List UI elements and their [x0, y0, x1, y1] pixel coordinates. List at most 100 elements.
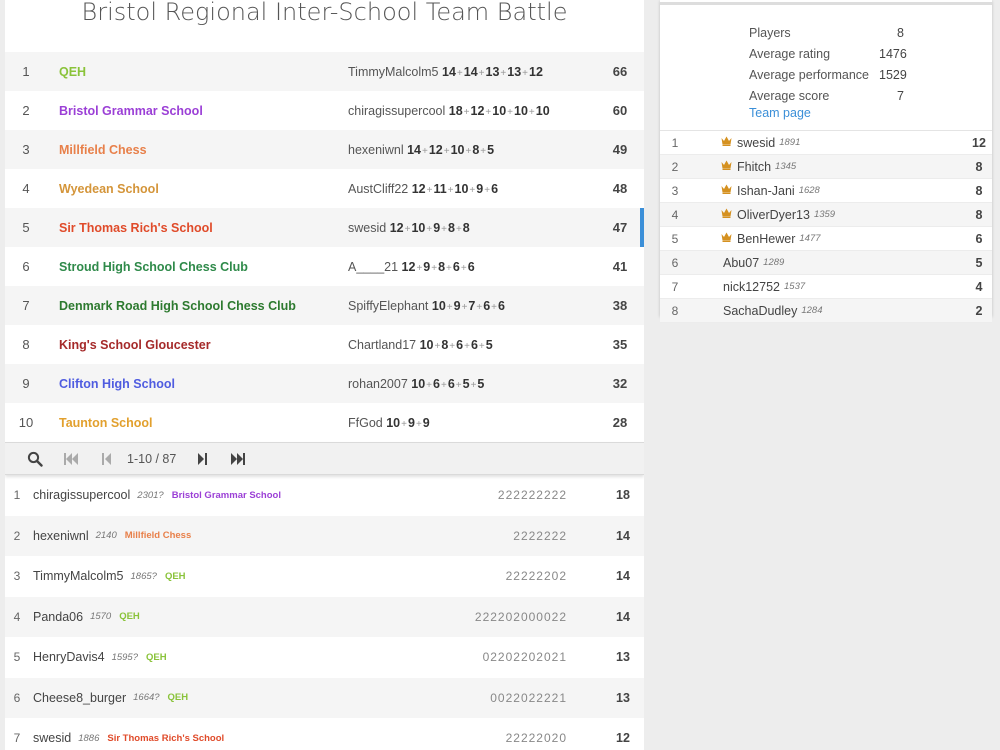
team-row[interactable]: 10 Taunton School FfGod 10+9+9 28 — [5, 403, 644, 442]
plus-sign: + — [421, 145, 428, 157]
team-row[interactable]: 4 Wyedean School AustCliff22 12+11+10+9+6 4… — [5, 169, 644, 208]
player-name[interactable]: swesid — [29, 731, 71, 745]
team-name[interactable]: Millfield Chess — [47, 143, 348, 157]
team-player-row[interactable]: 8 SachaDudley 1284 2 — [660, 299, 992, 323]
team-score-part: 10 — [411, 220, 426, 235]
plus-sign: + — [463, 106, 470, 118]
team-player-row[interactable]: 2 Fhitch 1345 8 — [660, 155, 992, 179]
team-player-score: 4 — [975, 279, 983, 294]
player-name[interactable]: HenryDavis4 — [29, 650, 105, 664]
team-player-name[interactable]: BenHewer — [735, 232, 795, 246]
team-player-row[interactable]: 7 nick12752 1537 4 — [660, 275, 992, 299]
team-top-player[interactable]: A____21 — [348, 260, 398, 274]
team-top-player[interactable]: SpiffyElephant — [348, 299, 428, 313]
team-top-player[interactable]: AustCliff22 — [348, 182, 408, 196]
team-player-row[interactable]: 4 OliverDyer13 1359 8 — [660, 203, 992, 227]
first-page-icon[interactable] — [53, 442, 89, 475]
team-top-scores: TimmyMalcolm5 14+14+13+13+12 — [348, 65, 596, 79]
player-team[interactable]: Bristol Grammar School — [164, 490, 281, 501]
team-top-player[interactable]: TimmyMalcolm5 — [348, 65, 439, 79]
search-icon[interactable] — [17, 442, 53, 475]
player-team[interactable]: QEH — [160, 692, 189, 703]
team-row[interactable]: 3 Millfield Chess hexeniwnl 14+12+10+8+5 49 — [5, 130, 644, 169]
team-player-name[interactable]: swesid — [735, 136, 775, 150]
team-standings-table: 1 QEH TimmyMalcolm5 14+14+13+13+12 66 2 Brist… — [5, 52, 644, 442]
team-info-panel: Players 8 Average rating 1476 Average perfor… — [660, 0, 992, 323]
team-player-name[interactable]: Abu07 — [721, 256, 759, 270]
team-player-row[interactable]: 5 BenHewer 1477 6 — [660, 227, 992, 251]
player-row[interactable]: 4 Panda06 1570 QEH 222202000022 14 — [5, 596, 644, 637]
team-row[interactable]: 6 Stroud High School Chess Club A____21 12… — [5, 247, 644, 286]
team-name[interactable]: Bristol Grammar School — [47, 104, 348, 118]
team-player-name[interactable]: SachaDudley — [721, 304, 797, 318]
next-page-icon[interactable] — [184, 442, 220, 475]
player-row[interactable]: 1 chiragissupercool 2301? Bristol Grammar S… — [5, 475, 644, 516]
team-name[interactable]: Clifton High School — [47, 377, 348, 391]
player-name[interactable]: Panda06 — [29, 610, 83, 624]
player-row[interactable]: 2 hexeniwnl 2140 Millfield Chess 2222222 14 — [5, 515, 644, 556]
player-row[interactable]: 3 TimmyMalcolm5 1865? QEH 22222202 14 — [5, 556, 644, 597]
team-name[interactable]: Wyedean School — [47, 182, 348, 196]
player-team[interactable]: QEH — [157, 571, 186, 582]
team-stat-label: Average score — [749, 88, 830, 103]
player-name[interactable]: TimmyMalcolm5 — [29, 569, 124, 583]
player-rating: 1570 — [90, 611, 112, 623]
player-row[interactable]: 7 swesid 1886 Sir Thomas Rich's School 22222… — [5, 718, 644, 750]
plus-sign: + — [401, 418, 407, 430]
team-top-player[interactable]: FfGod — [348, 416, 383, 430]
team-top-player[interactable]: Chartland17 — [348, 338, 416, 352]
team-player-row[interactable]: 1 swesid 1891 12 — [660, 131, 992, 155]
team-page-link[interactable]: Team page — [749, 106, 992, 120]
team-top-player[interactable]: chiragissupercool — [348, 104, 445, 118]
team-name[interactable]: Taunton School — [47, 416, 348, 430]
player-name[interactable]: hexeniwnl — [29, 529, 89, 543]
team-top-player[interactable]: swesid — [348, 221, 386, 235]
team-player-row[interactable]: 3 Ishan-Jani 1628 8 — [660, 179, 992, 203]
plus-sign: + — [440, 379, 447, 391]
player-team[interactable]: Millfield Chess — [117, 530, 192, 541]
team-player-name[interactable]: nick12752 — [721, 280, 780, 294]
team-row[interactable]: 9 Clifton High School rohan2007 10+6+6+5+5… — [5, 364, 644, 403]
team-player-name[interactable]: OliverDyer13 — [735, 208, 810, 222]
team-row[interactable]: 7 Denmark Road High School Chess Club Spif… — [5, 286, 644, 325]
plus-sign: + — [507, 106, 514, 118]
player-points-sheet: 0022022221 — [490, 690, 567, 705]
player-team[interactable]: QEH — [111, 611, 140, 622]
team-player-name[interactable]: Ishan-Jani — [735, 184, 795, 198]
team-name[interactable]: Stroud High School Chess Club — [47, 260, 348, 274]
player-name[interactable]: chiragissupercool — [29, 488, 130, 502]
team-score-part: 6 — [467, 259, 475, 274]
player-points-sheet: 222222222 — [497, 488, 567, 503]
team-row[interactable]: 5 Sir Thomas Rich's School swesid 12+10+9+… — [5, 208, 644, 247]
crown-icon — [721, 160, 735, 173]
team-score-part: 18 — [448, 103, 463, 118]
team-player-row[interactable]: 6 Abu07 1289 5 — [660, 251, 992, 275]
team-top-player[interactable]: hexeniwnl — [348, 143, 404, 157]
plus-sign: + — [464, 340, 470, 352]
player-row[interactable]: 6 Cheese8_burger 1664? QEH 0022022221 13 — [5, 677, 644, 718]
team-name[interactable]: Denmark Road High School Chess Club — [47, 299, 348, 313]
team-rank: 2 — [22, 103, 30, 118]
team-name[interactable]: Sir Thomas Rich's School — [47, 221, 348, 235]
last-page-icon[interactable] — [220, 442, 256, 475]
team-player-name[interactable]: Fhitch — [735, 160, 771, 174]
team-top-scores: hexeniwnl 14+12+10+8+5 — [348, 143, 596, 157]
team-top-player[interactable]: rohan2007 — [348, 377, 408, 391]
team-stats: Players 8 Average rating 1476 Average perfor… — [660, 2, 992, 130]
team-total: 49 — [612, 142, 628, 157]
team-name[interactable]: King's School Gloucester — [47, 338, 348, 352]
team-rank: 4 — [22, 181, 30, 196]
player-name[interactable]: Cheese8_burger — [29, 691, 126, 705]
team-row[interactable]: 8 King's School Gloucester Chartland17 10 +… — [5, 325, 644, 364]
team-name[interactable]: QEH — [47, 65, 348, 79]
player-team[interactable]: QEH — [138, 652, 167, 663]
team-score-part: 14 — [463, 64, 478, 79]
team-total: 32 — [612, 376, 628, 391]
crown-icon — [721, 136, 735, 149]
player-row[interactable]: 5 HenryDavis4 1595? QEH 02202202021 13 — [5, 637, 644, 678]
team-row[interactable]: 2 Bristol Grammar School chiragissupercool… — [5, 91, 644, 130]
team-total: 41 — [612, 259, 628, 274]
prev-page-icon[interactable] — [89, 442, 125, 475]
team-row[interactable]: 1 QEH TimmyMalcolm5 14+14+13+13+12 66 — [5, 52, 644, 91]
player-team[interactable]: Sir Thomas Rich's School — [99, 733, 224, 744]
